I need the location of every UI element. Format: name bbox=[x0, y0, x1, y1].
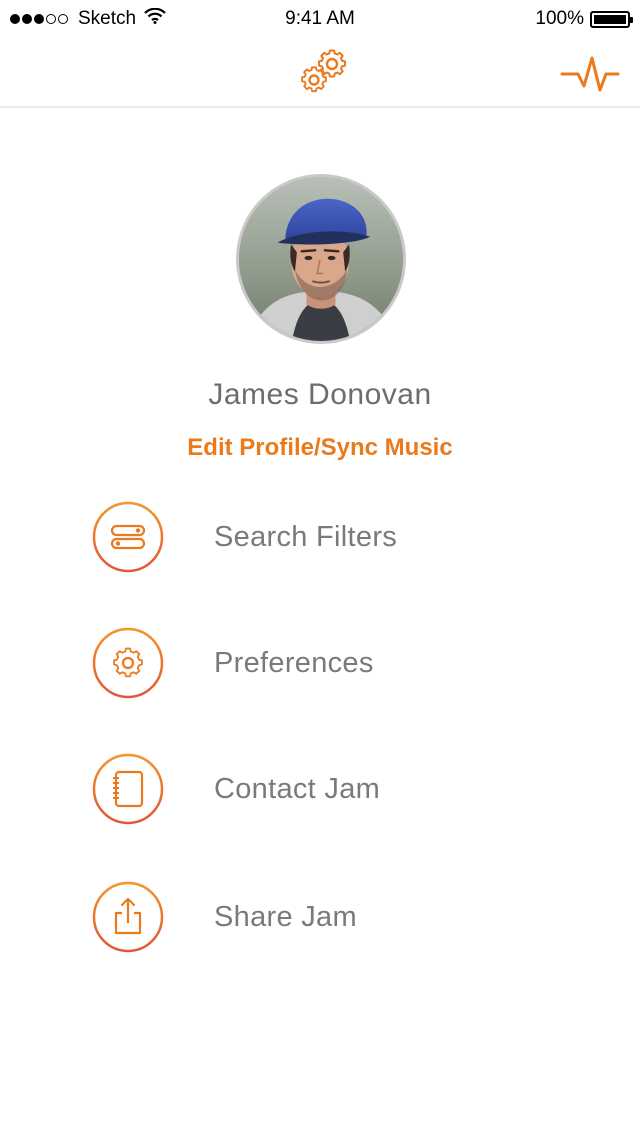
nav-bar bbox=[0, 40, 640, 108]
menu-item-share-jam[interactable]: Share Jam bbox=[92, 880, 552, 954]
screen: Sketch 9:41 AM 100% James Donovan Edit P… bbox=[0, 0, 640, 1136]
share-icon bbox=[92, 881, 164, 953]
avatar[interactable] bbox=[236, 174, 406, 344]
filters-icon bbox=[92, 501, 164, 573]
menu-item-contact-jam[interactable]: Contact Jam bbox=[92, 752, 552, 826]
status-bar: Sketch 9:41 AM 100% bbox=[0, 0, 640, 40]
battery-icon bbox=[590, 10, 633, 28]
menu-label: Search Filters bbox=[214, 520, 398, 553]
edit-profile-link[interactable]: Edit Profile/Sync Music bbox=[0, 434, 640, 462]
menu-label: Contact Jam bbox=[214, 772, 381, 805]
notebook-icon bbox=[92, 753, 164, 825]
gear-icon bbox=[92, 627, 164, 699]
menu-label: Share Jam bbox=[214, 900, 357, 933]
gears-icon[interactable] bbox=[294, 46, 354, 102]
pulse-icon[interactable] bbox=[560, 52, 620, 96]
menu-label: Preferences bbox=[214, 646, 374, 679]
menu-item-preferences[interactable]: Preferences bbox=[92, 626, 552, 700]
status-right: 100% bbox=[535, 8, 633, 30]
menu-item-search-filters[interactable]: Search Filters bbox=[92, 500, 552, 574]
battery-percent: 100% bbox=[535, 8, 584, 29]
profile-name: James Donovan bbox=[208, 378, 432, 411]
